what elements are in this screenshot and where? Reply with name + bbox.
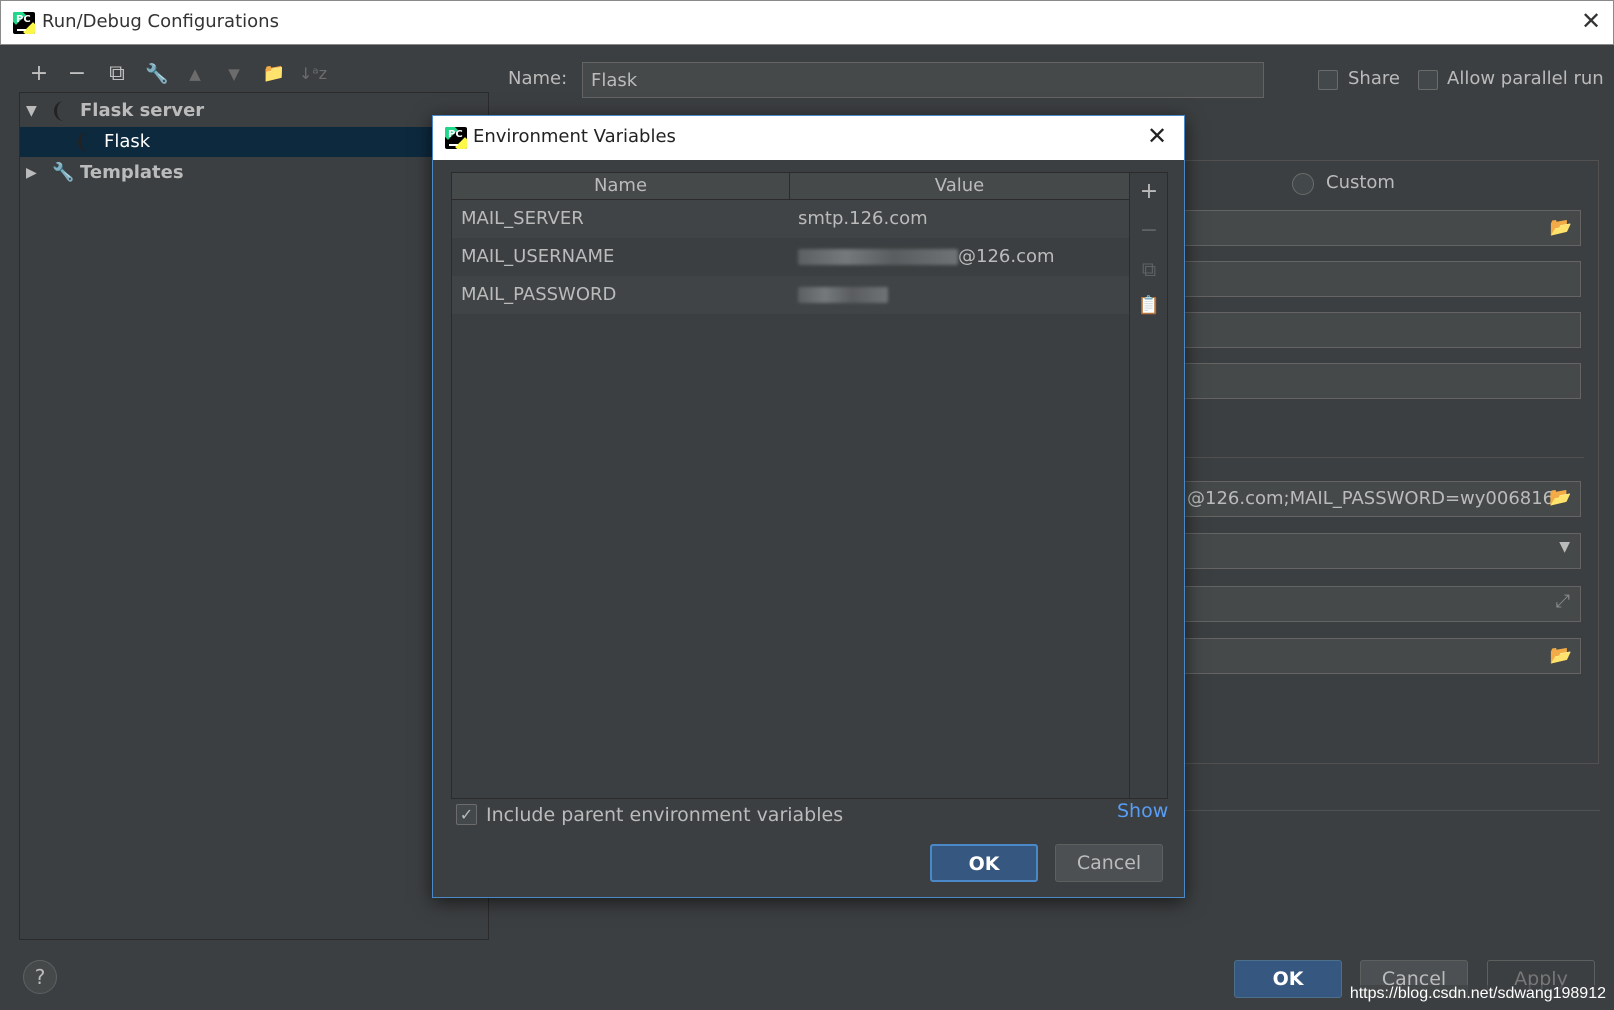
env-value-cell: @126.com bbox=[798, 238, 1055, 276]
env-value-cell: smtp.126.com bbox=[798, 208, 928, 229]
move-down-icon[interactable]: ▼ bbox=[220, 60, 248, 88]
dialog-cancel-button[interactable]: Cancel bbox=[1055, 844, 1163, 882]
new-folder-icon[interactable]: 📁 bbox=[260, 60, 288, 88]
remove-configuration-icon[interactable]: − bbox=[63, 60, 91, 88]
allow-parallel-run-checkbox[interactable] bbox=[1418, 70, 1438, 90]
table-row[interactable]: MAIL_PASSWORD bbox=[452, 276, 1129, 314]
environment-variables-value: @126.com;MAIL_PASSWORD=wy006816 bbox=[1187, 488, 1555, 509]
edit-environment-variables-icon[interactable]: 📂 bbox=[1549, 487, 1571, 508]
move-up-icon[interactable]: ▲ bbox=[181, 60, 209, 88]
custom-radio-label: Custom bbox=[1326, 172, 1395, 193]
ok-button[interactable]: OK bbox=[1234, 960, 1342, 998]
collapse-arrow-icon[interactable]: ▶ bbox=[26, 158, 37, 188]
env-name-cell: MAIL_PASSWORD bbox=[461, 284, 617, 305]
window-titlebar: PC Run/Debug Configurations ✕ bbox=[0, 0, 1614, 45]
add-variable-icon[interactable]: + bbox=[1130, 179, 1168, 204]
custom-radio[interactable] bbox=[1292, 173, 1314, 195]
tree-item-templates[interactable]: ▶ 🔧 Templates bbox=[20, 158, 432, 188]
column-header-name[interactable]: Name bbox=[452, 173, 790, 200]
section-separator bbox=[1184, 810, 1600, 811]
folder-icon[interactable]: 📂 bbox=[1550, 217, 1572, 238]
tree-item-label: Templates bbox=[80, 162, 184, 183]
paste-clipboard-icon[interactable]: 📋 bbox=[1130, 295, 1168, 316]
configuration-tree: ▼ Flask server Flask ▶ 🔧 Templates bbox=[19, 92, 489, 940]
python-interpreter-select[interactable]: ▼ bbox=[1184, 533, 1581, 569]
flask-icon bbox=[54, 101, 67, 121]
allow-parallel-run-label: Allow parallel run bbox=[1447, 68, 1604, 89]
wrench-icon: 🔧 bbox=[52, 162, 75, 183]
parameters-field[interactable] bbox=[1184, 261, 1581, 297]
dialog-ok-button[interactable]: OK bbox=[930, 844, 1038, 882]
sort-alphabetically-icon[interactable]: ↓ᵃz bbox=[299, 60, 327, 88]
show-link[interactable]: Show bbox=[1117, 800, 1168, 822]
window-close-icon[interactable]: ✕ bbox=[1581, 7, 1601, 35]
interpreter-options-field[interactable]: ⤢ bbox=[1184, 586, 1581, 622]
watermark-text: https://blog.csdn.net/sdwang198912 bbox=[1349, 985, 1606, 1003]
folder-icon[interactable]: 📂 bbox=[1550, 645, 1572, 666]
tree-item-flask-server[interactable]: ▼ Flask server bbox=[20, 96, 432, 126]
pycharm-logo-icon: PC bbox=[13, 12, 35, 34]
dialog-titlebar: PC Environment Variables ✕ bbox=[433, 116, 1184, 160]
dialog-close-icon[interactable]: ✕ bbox=[1147, 122, 1167, 150]
add-configuration-icon[interactable]: + bbox=[25, 60, 53, 88]
env-name-cell: MAIL_USERNAME bbox=[461, 246, 615, 267]
share-label: Share bbox=[1348, 68, 1400, 89]
tree-item-label: Flask bbox=[104, 131, 151, 152]
dialog-title: Environment Variables bbox=[473, 126, 676, 147]
environment-variables-dialog: PC Environment Variables ✕ Name Value MA… bbox=[432, 115, 1185, 898]
expand-icon[interactable]: ⤢ bbox=[1556, 591, 1570, 612]
pycharm-logo-icon: PC bbox=[445, 127, 467, 149]
redacted-value bbox=[798, 287, 888, 303]
flask-app-field[interactable] bbox=[1184, 363, 1581, 399]
table-row[interactable]: MAIL_SERVER smtp.126.com bbox=[452, 200, 1129, 238]
remove-variable-icon[interactable]: − bbox=[1130, 218, 1168, 243]
env-value-text: @126.com bbox=[958, 246, 1055, 267]
tree-item-flask[interactable]: Flask bbox=[20, 127, 432, 157]
working-directory-field[interactable]: 📂 bbox=[1184, 638, 1581, 674]
name-field[interactable]: Flask bbox=[582, 62, 1264, 98]
environment-variables-field[interactable]: @126.com;MAIL_PASSWORD=wy006816 bbox=[1184, 481, 1581, 517]
share-checkbox[interactable] bbox=[1318, 70, 1338, 90]
env-value-cell bbox=[798, 276, 888, 314]
table-row[interactable]: MAIL_USERNAME @126.com bbox=[452, 238, 1129, 276]
copy-configuration-icon[interactable]: ⧉ bbox=[103, 60, 131, 88]
copy-variable-icon[interactable]: ⧉ bbox=[1130, 257, 1168, 281]
table-side-toolbar: + − ⧉ 📋 bbox=[1130, 172, 1168, 799]
additional-options-field[interactable] bbox=[1184, 312, 1581, 348]
env-name-cell: MAIL_SERVER bbox=[461, 208, 584, 229]
script-path-field[interactable]: 📂 bbox=[1184, 210, 1581, 246]
expand-arrow-icon[interactable]: ▼ bbox=[26, 96, 37, 126]
window-title: Run/Debug Configurations bbox=[42, 11, 279, 32]
section-separator bbox=[1184, 457, 1584, 458]
include-parent-label: Include parent environment variables bbox=[486, 804, 844, 826]
column-header-value[interactable]: Value bbox=[790, 173, 1129, 200]
tree-item-label: Flask server bbox=[80, 100, 205, 121]
redacted-value bbox=[798, 249, 958, 265]
chevron-down-icon[interactable]: ▼ bbox=[1559, 539, 1570, 555]
env-variables-table: Name Value MAIL_SERVER smtp.126.com MAIL… bbox=[451, 172, 1130, 799]
include-parent-checkbox[interactable]: ✓ bbox=[456, 804, 477, 825]
help-button[interactable]: ? bbox=[23, 960, 57, 994]
flask-icon bbox=[78, 132, 91, 152]
edit-defaults-wrench-icon[interactable]: 🔧 bbox=[143, 60, 171, 88]
name-label: Name: bbox=[508, 68, 568, 89]
